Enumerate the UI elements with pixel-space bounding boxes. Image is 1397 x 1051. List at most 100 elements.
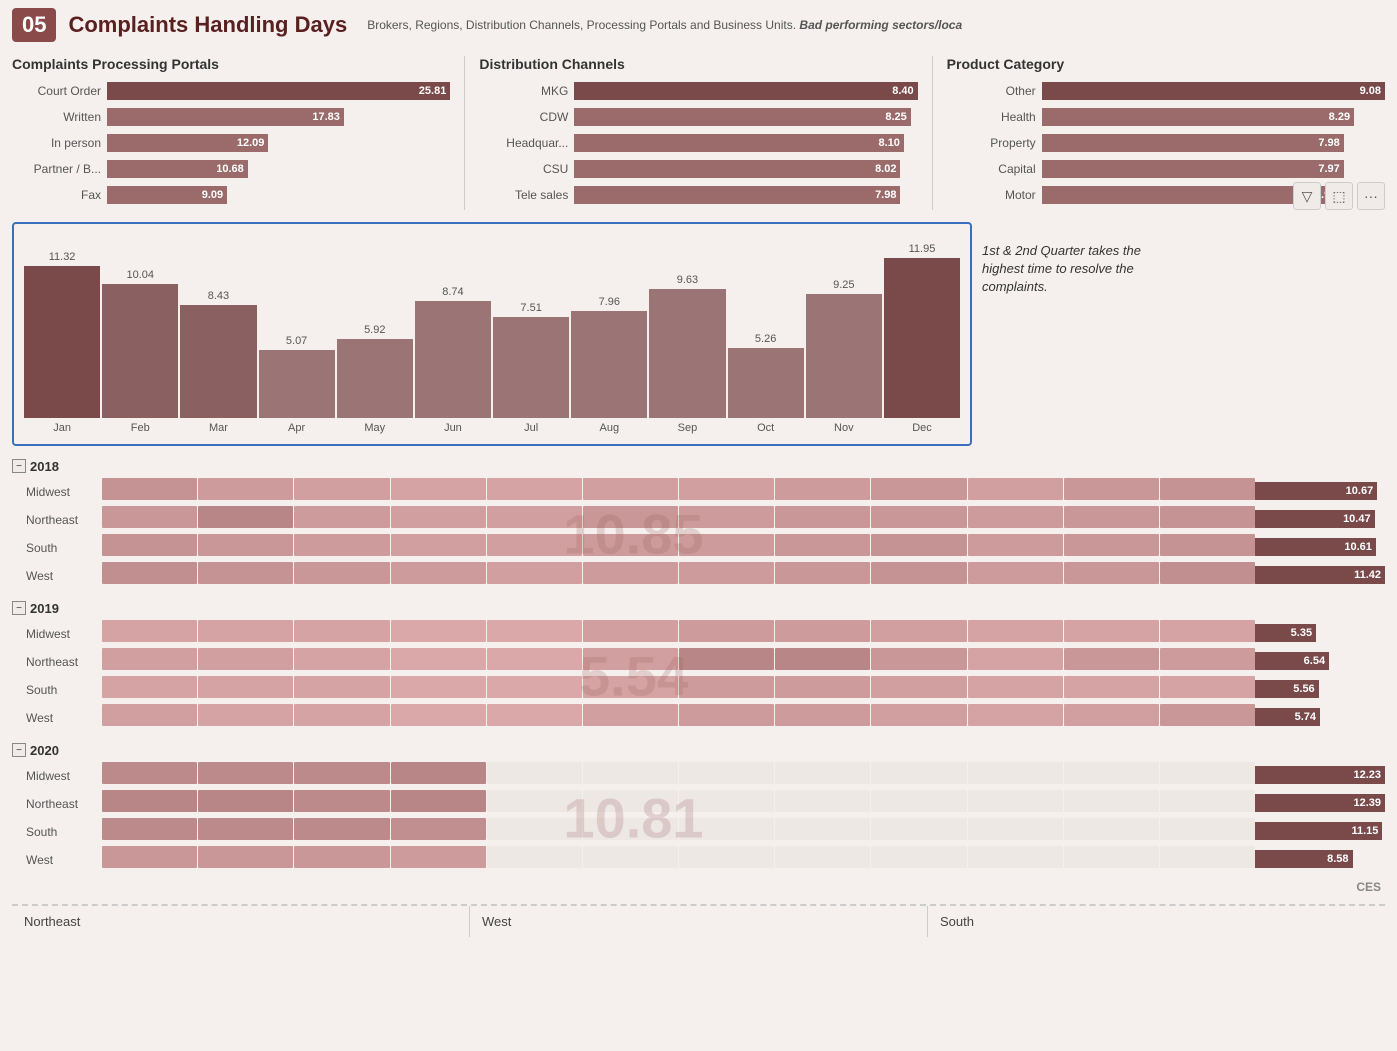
heatmap-cell — [198, 478, 293, 500]
bottom-tab[interactable]: Northeast — [12, 906, 470, 937]
heatmap-cell — [198, 676, 293, 698]
region-rows: MidwestNortheastSouthWest — [12, 762, 1255, 874]
right-bar-value: 8.58 — [1327, 853, 1348, 865]
bar-container: 7.98 — [1042, 134, 1385, 152]
year-block: −201810.85MidwestNortheastSouthWest10.67… — [0, 452, 1397, 592]
heatmap-cell — [583, 478, 678, 500]
heatmap-cell — [968, 506, 1063, 528]
heatmap-cell — [1064, 818, 1159, 840]
chart-note: 1st & 2nd Quarter takes the highest time… — [982, 222, 1182, 446]
bar-fill: 7.97 — [1042, 160, 1344, 178]
heatmap-cell — [775, 648, 870, 670]
heatmap-cell — [1160, 676, 1255, 698]
month-label: Oct — [757, 422, 774, 434]
heatmap-cell — [391, 790, 486, 812]
region-name: Northeast — [12, 797, 102, 811]
heatmap-row — [102, 620, 1255, 648]
right-bar-fill: 10.61 — [1255, 538, 1376, 556]
heatmap-cell — [102, 506, 197, 528]
heatmap-cell — [679, 506, 774, 528]
heatmap-cell — [1064, 704, 1159, 726]
heatmap-cell — [775, 846, 870, 868]
bar-row: Property7.98 — [947, 132, 1385, 154]
heatmap-cell — [391, 704, 486, 726]
right-bar-fill: 12.39 — [1255, 794, 1385, 812]
heatmap-cell — [583, 704, 678, 726]
heatmap-cell — [1064, 846, 1159, 868]
heatmap-cell — [391, 478, 486, 500]
heatmap-cell — [391, 562, 486, 584]
month-label: May — [364, 422, 385, 434]
watermark-wrapper: 5.54MidwestNortheastSouthWest — [12, 620, 1255, 732]
heatmap-row — [102, 478, 1255, 506]
bar-value: 8.02 — [875, 163, 896, 175]
year-label: 2018 — [30, 459, 59, 474]
month-label: Nov — [834, 422, 854, 434]
heatmap-cell — [294, 478, 389, 500]
heatmap-cell — [679, 762, 774, 784]
heatmap-cell — [1064, 790, 1159, 812]
filter-button[interactable]: ▽ — [1293, 182, 1321, 210]
bar-label: Written — [12, 110, 107, 124]
region-name: South — [12, 541, 102, 555]
bottom-tab[interactable]: South — [928, 906, 1385, 937]
monthly-chart-box: 11.32Jan10.04Feb8.43Mar5.07Apr5.92May8.7… — [12, 222, 972, 446]
heatmap-cell — [198, 790, 293, 812]
month-col: 5.92May — [337, 324, 413, 434]
bar-container: 8.40 — [574, 82, 917, 100]
month-label: Feb — [131, 422, 150, 434]
bar-row: Written 17.83 — [12, 106, 450, 128]
heatmap-cell — [391, 648, 486, 670]
heatmap-cell — [583, 818, 678, 840]
right-bar-value: 11.42 — [1354, 569, 1381, 581]
month-value: 9.63 — [677, 274, 698, 286]
bar-fill: 17.83 — [107, 108, 344, 126]
month-label: Dec — [912, 422, 932, 434]
heatmap-cell — [583, 506, 678, 528]
heatmap-cell — [1160, 506, 1255, 528]
year-toggle[interactable]: − — [12, 743, 26, 757]
heatmap-cell — [775, 818, 870, 840]
region-name: Midwest — [12, 627, 102, 641]
portals-title: Complaints Processing Portals — [12, 56, 450, 72]
distribution-panel: Distribution Channels MKG8.40CDW8.25Head… — [479, 56, 917, 210]
year-toggle[interactable]: − — [12, 601, 26, 615]
region-name: Northeast — [12, 655, 102, 669]
bottom-tab[interactable]: West — [470, 906, 928, 937]
bar-value: 12.09 — [237, 137, 265, 149]
month-bar — [884, 258, 960, 418]
bar-value: 17.83 — [312, 111, 340, 123]
month-label: Jan — [53, 422, 71, 434]
region-row: Midwest — [12, 620, 1255, 648]
watermark-wrapper: 10.81MidwestNortheastSouthWest — [12, 762, 1255, 874]
heatmap-cell — [102, 534, 197, 556]
month-bar — [415, 301, 491, 418]
right-bar-fill: 10.67 — [1255, 482, 1377, 500]
bar-container: 8.25 — [574, 108, 917, 126]
heatmap-cell — [1160, 846, 1255, 868]
right-bar-fill: 8.58 — [1255, 850, 1353, 868]
more-button[interactable]: ··· — [1357, 182, 1385, 210]
month-label: Apr — [288, 422, 305, 434]
bar-fill: 10.68 — [107, 160, 248, 178]
heatmap-cell — [102, 704, 197, 726]
heatmap-cell — [198, 562, 293, 584]
region-rows: MidwestNortheastSouthWest — [12, 478, 1255, 590]
heatmap-cell — [583, 676, 678, 698]
month-col: 11.95Dec — [884, 243, 960, 434]
bar-container: 8.02 — [574, 160, 917, 178]
region-name: South — [12, 825, 102, 839]
export-button[interactable]: ⬚ — [1325, 182, 1353, 210]
year-toggle[interactable]: − — [12, 459, 26, 473]
month-value: 7.51 — [520, 302, 541, 314]
heatmap-cell — [487, 648, 582, 670]
heatmap-cell — [198, 704, 293, 726]
heatmap-cell — [968, 648, 1063, 670]
month-bar — [571, 311, 647, 418]
right-bar-fill: 11.42 — [1255, 566, 1385, 584]
heatmap-cell — [871, 562, 966, 584]
right-bars: 10.6710.4710.6111.42 — [1255, 454, 1385, 590]
heatmap-cell — [102, 562, 197, 584]
heatmap-cell — [679, 846, 774, 868]
heatmap-cell — [968, 704, 1063, 726]
